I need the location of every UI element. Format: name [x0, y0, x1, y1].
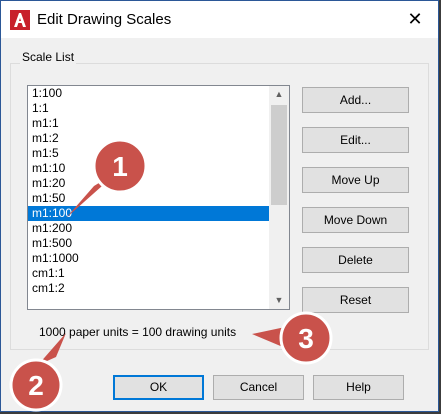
ok-button[interactable]: OK: [113, 375, 204, 400]
vertical-scrollbar[interactable]: ▲ ▼: [269, 86, 289, 309]
autocad-a-icon: [10, 10, 30, 30]
cancel-button[interactable]: Cancel: [213, 375, 304, 400]
scroll-down-arrow-icon[interactable]: ▼: [269, 292, 289, 309]
scale-list-item[interactable]: m1:1000: [28, 251, 269, 266]
help-button[interactable]: Help: [313, 375, 404, 400]
callout-1-label: 1: [112, 151, 128, 182]
close-button[interactable]: ✕: [392, 1, 438, 38]
add-button[interactable]: Add...: [302, 87, 409, 113]
delete-button[interactable]: Delete: [302, 247, 409, 273]
scale-list-item[interactable]: cm1:2: [28, 281, 269, 296]
scale-list-item[interactable]: 1:100: [28, 86, 269, 101]
move-up-button[interactable]: Move Up: [302, 167, 409, 193]
scroll-thumb[interactable]: [271, 105, 287, 205]
callout-1: 1: [66, 138, 148, 218]
callout-3: 3: [252, 311, 333, 365]
callout-2-label: 2: [28, 370, 44, 401]
title-bar: Edit Drawing Scales ✕: [1, 1, 438, 38]
scroll-up-arrow-icon[interactable]: ▲: [269, 86, 289, 103]
scale-list-item[interactable]: cm1:1: [28, 266, 269, 281]
callout-2: 2: [9, 333, 66, 412]
scale-list-item[interactable]: m1:500: [28, 236, 269, 251]
scale-list-label: Scale List: [20, 50, 77, 64]
scale-list-item[interactable]: 1:1: [28, 101, 269, 116]
scale-list-item[interactable]: m1:1: [28, 116, 269, 131]
edit-button[interactable]: Edit...: [302, 127, 409, 153]
move-down-button[interactable]: Move Down: [302, 207, 409, 233]
callout-3-label: 3: [298, 323, 314, 354]
dialog-title: Edit Drawing Scales: [37, 11, 172, 28]
